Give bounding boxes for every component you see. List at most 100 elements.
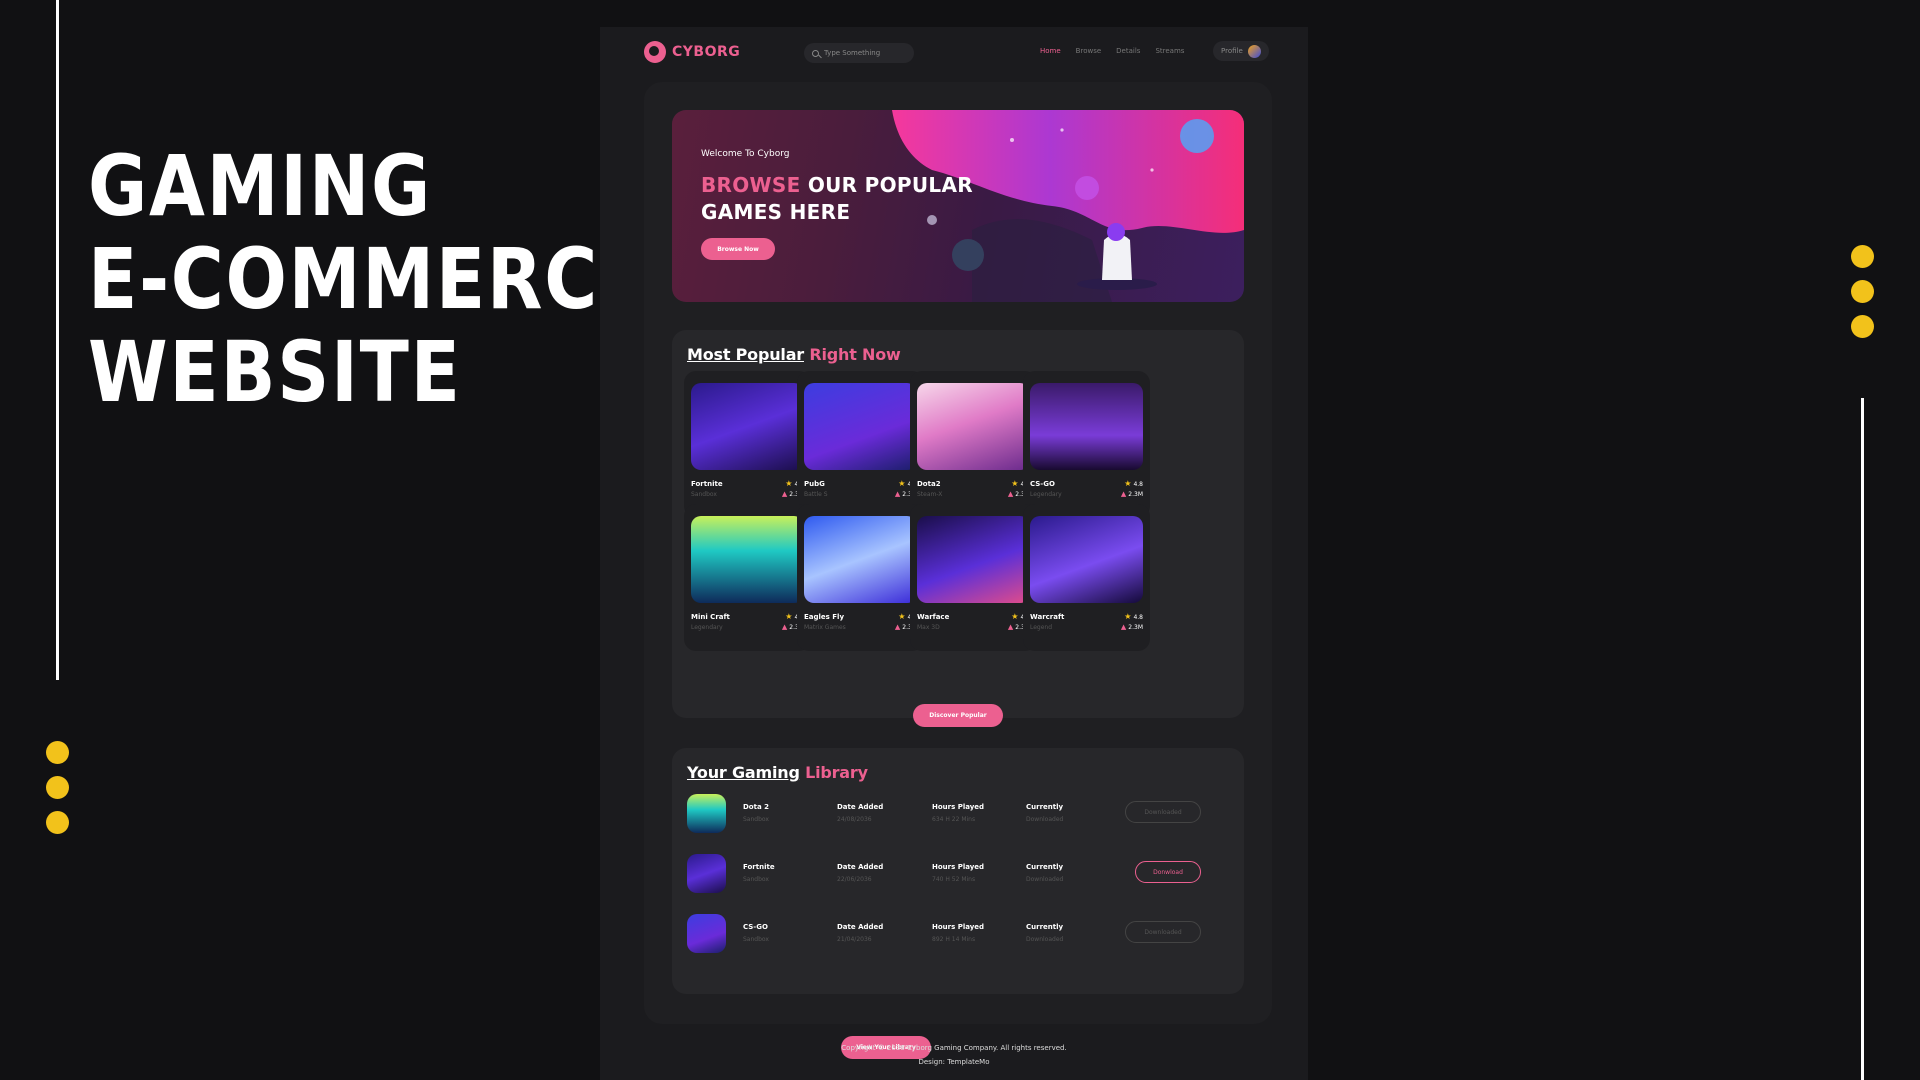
menu-item-browse[interactable]: Browse	[1076, 47, 1102, 55]
library-status-value: Downloaded	[1026, 936, 1064, 943]
library-thumbnail[interactable]	[687, 854, 726, 893]
download-icon: ▲	[1007, 490, 1014, 498]
menu-item-home[interactable]: Home	[1040, 47, 1061, 55]
game-thumbnail[interactable]	[1030, 383, 1143, 470]
star-icon: ★	[785, 479, 793, 488]
star-icon: ★	[1124, 479, 1132, 488]
download-button[interactable]: Donwload	[1135, 861, 1201, 883]
most-popular-title-white: Most Popular	[687, 345, 804, 364]
discover-popular-button[interactable]: Discover Popular	[913, 704, 1003, 727]
library-status: Currently Downloaded	[1026, 803, 1063, 823]
menu-item-details[interactable]: Details	[1116, 47, 1140, 55]
downloaded-button[interactable]: Downloaded	[1125, 921, 1201, 943]
download-icon: ▲	[894, 490, 901, 498]
library-thumbnail[interactable]	[687, 794, 726, 833]
slide-title-line: WEBSITE	[88, 323, 462, 421]
game-name: Fortnite	[691, 480, 723, 488]
game-name: Mini Craft	[691, 613, 730, 621]
game-card[interactable]: PubGBattle S★4.8▲2.3M	[797, 371, 924, 518]
library-hours-header: Hours Played	[932, 803, 985, 811]
menu-item-streams[interactable]: Streams	[1155, 47, 1184, 55]
star-icon: ★	[898, 479, 906, 488]
main-menu: Home Browse Details Streams	[1040, 47, 1199, 55]
logo-icon	[644, 41, 666, 63]
library-game-category: Sandbox	[743, 876, 769, 883]
logo[interactable]: CYBORG	[644, 41, 740, 63]
library-date: Date Added 21/04/2036	[837, 923, 883, 943]
footer-design: Design: TemplateMo	[918, 1058, 990, 1066]
banner-headline: BROWSE OUR POPULAR GAMES HERE	[701, 172, 973, 226]
library-hours: Hours Played 634 H 22 Mins	[932, 803, 984, 823]
library-hours: Hours Played 740 H 52 Mins	[932, 863, 984, 883]
footer-copyright: Copyright © 2036 Cyborg Gaming Company. …	[841, 1044, 1067, 1052]
gaming-library-section: Your Gaming Library Dota 2 Sandbox Date Ad…	[672, 748, 1244, 994]
slide-title: GAMING E-COMMERCE WEBSITE	[88, 140, 650, 419]
most-popular-title: Most Popular Right Now	[687, 345, 901, 364]
game-card[interactable]: Dota2Steam-X★4.8▲2.3M	[910, 371, 1037, 518]
game-card[interactable]: FortniteSandbox★4.8▲2.3M	[684, 371, 811, 518]
banner-headline-highlight: BROWSE	[701, 173, 801, 197]
dots-decoration-left	[46, 741, 69, 834]
library-date-value: 24/08/2036	[837, 816, 872, 823]
library-date-header: Date Added	[837, 863, 884, 871]
library-date-value: 21/04/2036	[837, 936, 872, 943]
library-game-name: Dota 2	[743, 803, 769, 811]
search-icon	[812, 49, 819, 57]
library-date-header: Date Added	[837, 923, 884, 931]
game-name: Eagles Fly	[804, 613, 845, 621]
library-date-header: Date Added	[837, 803, 884, 811]
library-game-name: CS-GO	[743, 923, 768, 931]
profile-label: Profile	[1221, 47, 1243, 55]
game-card[interactable]: CS-GO Legendary ★ 4.8 ▲ 2.3M	[1023, 371, 1150, 518]
star-icon: ★	[785, 612, 793, 621]
library-game: Fortnite Sandbox	[743, 863, 775, 883]
game-thumbnail[interactable]	[804, 383, 917, 470]
slide-title-line: GAMING	[88, 137, 433, 235]
game-category: Battle S	[804, 491, 828, 498]
game-thumbnail[interactable]	[1030, 516, 1143, 603]
star-icon: ★	[898, 612, 906, 621]
library-date: Date Added 24/08/2036	[837, 803, 883, 823]
dots-decoration-right	[1851, 245, 1874, 338]
game-thumbnail[interactable]	[691, 516, 804, 603]
right-vertical-line	[1861, 398, 1864, 1080]
hero-banner: Welcome To Cyborg BROWSE OUR POPULAR GAM…	[672, 110, 1244, 302]
game-category: Legendary	[691, 624, 723, 631]
game-thumbnail[interactable]	[917, 516, 1030, 603]
star-icon: ★	[1011, 612, 1019, 621]
library-game-category: Sandbox	[743, 816, 769, 823]
search-box[interactable]	[804, 43, 914, 63]
game-card[interactable]: Eagles FlyMatrix Games★4.8▲2.3M	[797, 504, 924, 651]
download-icon: ▲	[894, 623, 901, 631]
library-status: Currently Downloaded	[1026, 923, 1063, 943]
search-input[interactable]	[824, 49, 904, 57]
library-game: CS-GO Sandbox	[743, 923, 769, 943]
game-rating-value: 4.8	[1133, 480, 1143, 488]
game-card[interactable]: WarfaceMax 3D★4.8▲2.3M	[910, 504, 1037, 651]
download-icon: ▲	[781, 623, 788, 631]
logo-text: CYBORG	[672, 44, 741, 60]
library-thumbnail[interactable]	[687, 914, 726, 953]
browse-now-button[interactable]: Browse Now	[701, 238, 775, 260]
library-hours-header: Hours Played	[932, 863, 985, 871]
main-panel: Welcome To Cyborg BROWSE OUR POPULAR GAM…	[644, 82, 1272, 1024]
downloaded-button[interactable]: Downloaded	[1125, 801, 1201, 823]
game-name: PubG	[804, 480, 825, 488]
download-icon: ▲	[1120, 490, 1127, 498]
game-thumbnail[interactable]	[804, 516, 917, 603]
library-game: Dota 2 Sandbox	[743, 803, 769, 823]
game-name: Warcraft	[1030, 613, 1065, 621]
library-status-header: Currently	[1026, 923, 1064, 931]
game-name: CS-GO	[1030, 480, 1055, 488]
game-card[interactable]: Warcraft Legend ★ 4.8 ▲ 2.3M	[1023, 504, 1150, 651]
game-thumbnail[interactable]	[691, 383, 804, 470]
library-title-pink: Library	[805, 763, 868, 782]
game-card[interactable]: Mini CraftLegendary★4.8▲2.3M	[684, 504, 811, 651]
profile-button[interactable]: Profile	[1213, 41, 1269, 61]
banner-headline-rest: OUR POPULAR	[800, 173, 973, 197]
game-thumbnail[interactable]	[917, 383, 1030, 470]
game-category: Legendary	[1030, 491, 1062, 498]
banner-headline-line2: GAMES HERE	[701, 200, 851, 224]
library-status-value: Downloaded	[1026, 816, 1064, 823]
library-row: CS-GO Sandbox Date Added 21/04/2036 Hours Pl…	[687, 914, 1227, 954]
